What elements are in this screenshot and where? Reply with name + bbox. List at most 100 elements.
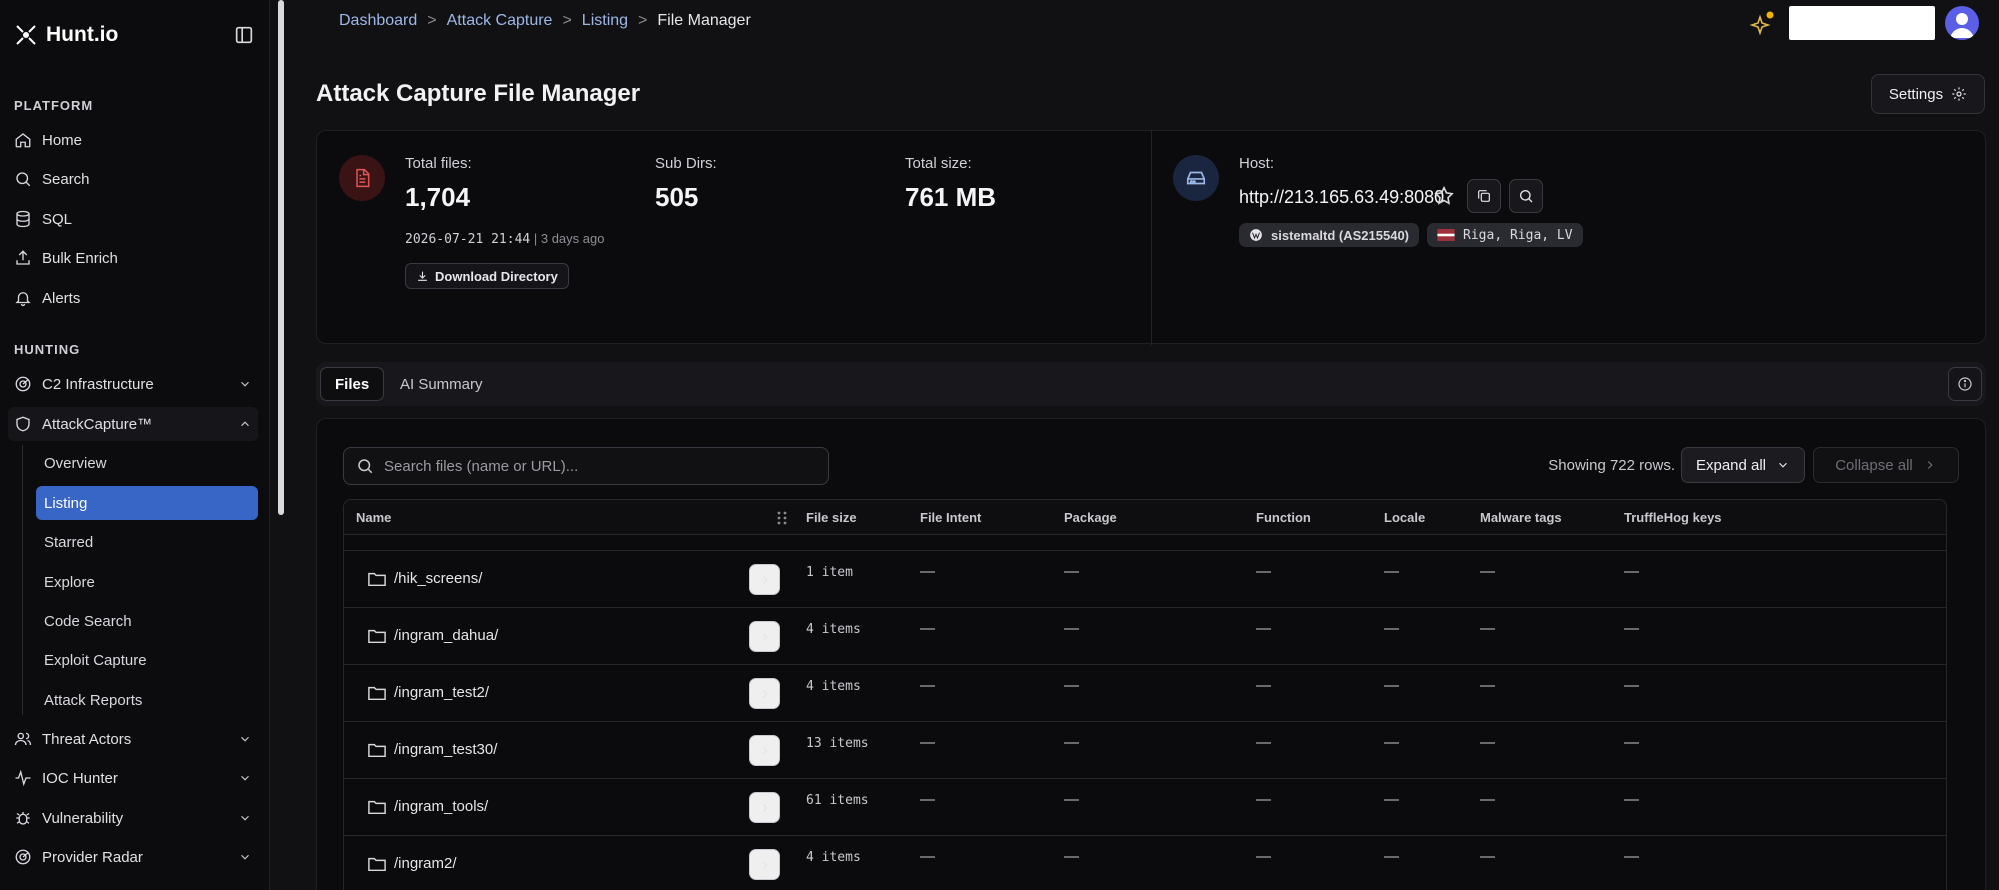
sidebar-sub-code-search[interactable]: Code Search [36, 604, 258, 638]
sidebar-sub-explore[interactable]: Explore [36, 565, 258, 599]
sidebar-item-label: Vulnerability [42, 809, 124, 827]
sidebar-item-sql[interactable]: SQL [8, 202, 258, 236]
breadcrumb-separator: > [638, 12, 648, 29]
row-malware-tags: — [1480, 848, 1495, 865]
sidebar-item-bulk-enrich[interactable]: Bulk Enrich [8, 241, 258, 275]
settings-label: Settings [1888, 85, 1944, 103]
table-row[interactable]: /ingram_tools/ 61 items — — — — — — [343, 779, 1947, 836]
row-name[interactable]: /ingram_test2/ [394, 684, 489, 701]
sidebar-sub-overview[interactable]: Overview [36, 446, 258, 480]
sidebar-item-vulnerability[interactable]: Vulnerability [8, 801, 258, 835]
sidebar-item-threat-actors[interactable]: Threat Actors [8, 722, 258, 756]
search-host-button[interactable] [1509, 179, 1543, 213]
breadcrumb-attack-capture[interactable]: Attack Capture [447, 12, 553, 30]
open-folder-button[interactable] [749, 621, 780, 652]
table-row[interactable]: /ingram_test2/ 4 items — — — — — — [343, 665, 1947, 722]
users-icon [14, 732, 32, 746]
sidebar-scrollbar[interactable] [278, 0, 284, 515]
stat-label: Sub Dirs: [655, 155, 717, 172]
sidebar-item-label: AttackCapture™ [42, 415, 153, 433]
avatar[interactable] [1945, 6, 1979, 40]
open-folder-button[interactable] [749, 735, 780, 766]
settings-button[interactable]: Settings [1871, 74, 1985, 114]
info-button[interactable] [1948, 367, 1982, 401]
open-folder-button[interactable] [749, 564, 780, 595]
section-hunting: HUNTING [14, 342, 81, 357]
tab-files[interactable]: Files [320, 367, 385, 401]
column-file-intent[interactable]: File Intent [920, 510, 981, 525]
column-trufflehog-keys[interactable]: TruffleHog keys [1624, 510, 1722, 525]
folder-icon [368, 857, 386, 872]
sidebar-sub-exploit-capture[interactable]: Exploit Capture [36, 643, 258, 677]
row-package: — [1064, 620, 1079, 637]
row-locale: — [1384, 734, 1399, 751]
row-name[interactable]: /hik_screens/ [394, 570, 482, 587]
row-name[interactable]: /ingram2/ [394, 855, 457, 872]
download-directory-label: Download Directory [435, 268, 558, 284]
sidebar-sub-listing[interactable]: Listing [36, 486, 258, 520]
breadcrumb: Dashboard > Attack Capture > Listing > F… [339, 12, 751, 30]
file-search-input[interactable] [384, 457, 814, 475]
sidebar-toggle-icon[interactable] [233, 24, 255, 46]
expand-all-button[interactable]: Expand all [1681, 447, 1805, 483]
column-file-size[interactable]: File size [806, 510, 857, 525]
row-trufflehog-keys: — [1624, 734, 1639, 751]
table-row[interactable]: /ingram2/ 4 items — — — — — — [343, 836, 1947, 890]
sidebar-item-provider-radar[interactable]: Provider Radar [8, 840, 258, 874]
row-package: — [1064, 677, 1079, 694]
sidebar-item-alerts[interactable]: Alerts [8, 281, 258, 315]
open-folder-button[interactable] [749, 849, 780, 880]
chevron-down-icon [241, 381, 249, 387]
row-file-intent: — [920, 734, 935, 751]
column-package[interactable]: Package [1064, 510, 1117, 525]
sidebar-item-search[interactable]: Search [8, 162, 258, 196]
folder-icon [368, 686, 386, 701]
row-name[interactable]: /ingram_dahua/ [394, 627, 498, 644]
sidebar-sub-attack-reports[interactable]: Attack Reports [36, 683, 258, 717]
download-directory-button[interactable]: Download Directory [405, 263, 569, 289]
location-tag[interactable]: Riga, Riga, LV [1427, 223, 1583, 247]
sidebar-item-label: IOC Hunter [42, 769, 118, 787]
row-malware-tags: — [1480, 563, 1495, 580]
open-folder-button[interactable] [749, 792, 780, 823]
open-folder-button[interactable] [749, 678, 780, 709]
sparkle-icon[interactable] [1749, 10, 1775, 36]
column-locale[interactable]: Locale [1384, 510, 1425, 525]
asn-tag-label: sistemaltd (AS215540) [1271, 227, 1410, 243]
row-name[interactable]: /ingram_tools/ [394, 798, 488, 815]
copy-host-button[interactable] [1467, 179, 1501, 213]
table-row[interactable]: /ingram_dahua/ 4 items — — — — — — [343, 608, 1947, 665]
table-row[interactable]: /ingram_test30/ 13 items — — — — — — [343, 722, 1947, 779]
star-icon[interactable] [1433, 185, 1455, 207]
tab-ai-summary[interactable]: AI Summary [386, 367, 497, 401]
host-value: http://213.165.63.49:8080 [1239, 187, 1445, 207]
host-actions [1433, 179, 1551, 213]
column-function[interactable]: Function [1256, 510, 1311, 525]
file-search-box[interactable] [343, 447, 829, 485]
table-row[interactable]: /hik_screens/ 1 item — — — — — — [343, 551, 1947, 608]
row-name[interactable]: /ingram_test30/ [394, 741, 497, 758]
timestamp-ago: | 3 days ago [533, 231, 605, 246]
breadcrumb-dashboard[interactable]: Dashboard [339, 12, 417, 30]
timestamp-value: 2026-07-21 21:44 [405, 232, 531, 247]
row-locale: — [1384, 791, 1399, 808]
sidebar-item-ioc-hunter[interactable]: IOC Hunter [8, 761, 258, 795]
sidebar-item-label: Bulk Enrich [42, 249, 118, 267]
column-malware-tags[interactable]: Malware tags [1480, 510, 1562, 525]
chevron-down-icon [241, 815, 249, 821]
stat-value: 505 [655, 182, 699, 212]
sidebar-item-home[interactable]: Home [8, 123, 258, 157]
stat-value: 761 MB [905, 182, 997, 212]
row-trufflehog-keys: — [1624, 563, 1639, 580]
sidebar-item-c2-infrastructure[interactable]: C2 Infrastructure [8, 367, 258, 401]
column-name[interactable]: Name [356, 510, 391, 525]
column-resize-handle-icon[interactable] [773, 509, 791, 527]
breadcrumb-listing[interactable]: Listing [582, 12, 628, 30]
sidebar-sub-starred[interactable]: Starred [36, 525, 258, 559]
sidebar-item-label: Search [42, 170, 90, 188]
sidebar-item-attackcapture[interactable]: AttackCapture™ [8, 407, 258, 441]
collapse-all-button[interactable]: Collapse all [1813, 447, 1959, 483]
asn-tag[interactable]: sistemaltd (AS215540) [1239, 223, 1420, 247]
wordpress-icon [1250, 229, 1262, 241]
search-icon [1520, 190, 1533, 203]
